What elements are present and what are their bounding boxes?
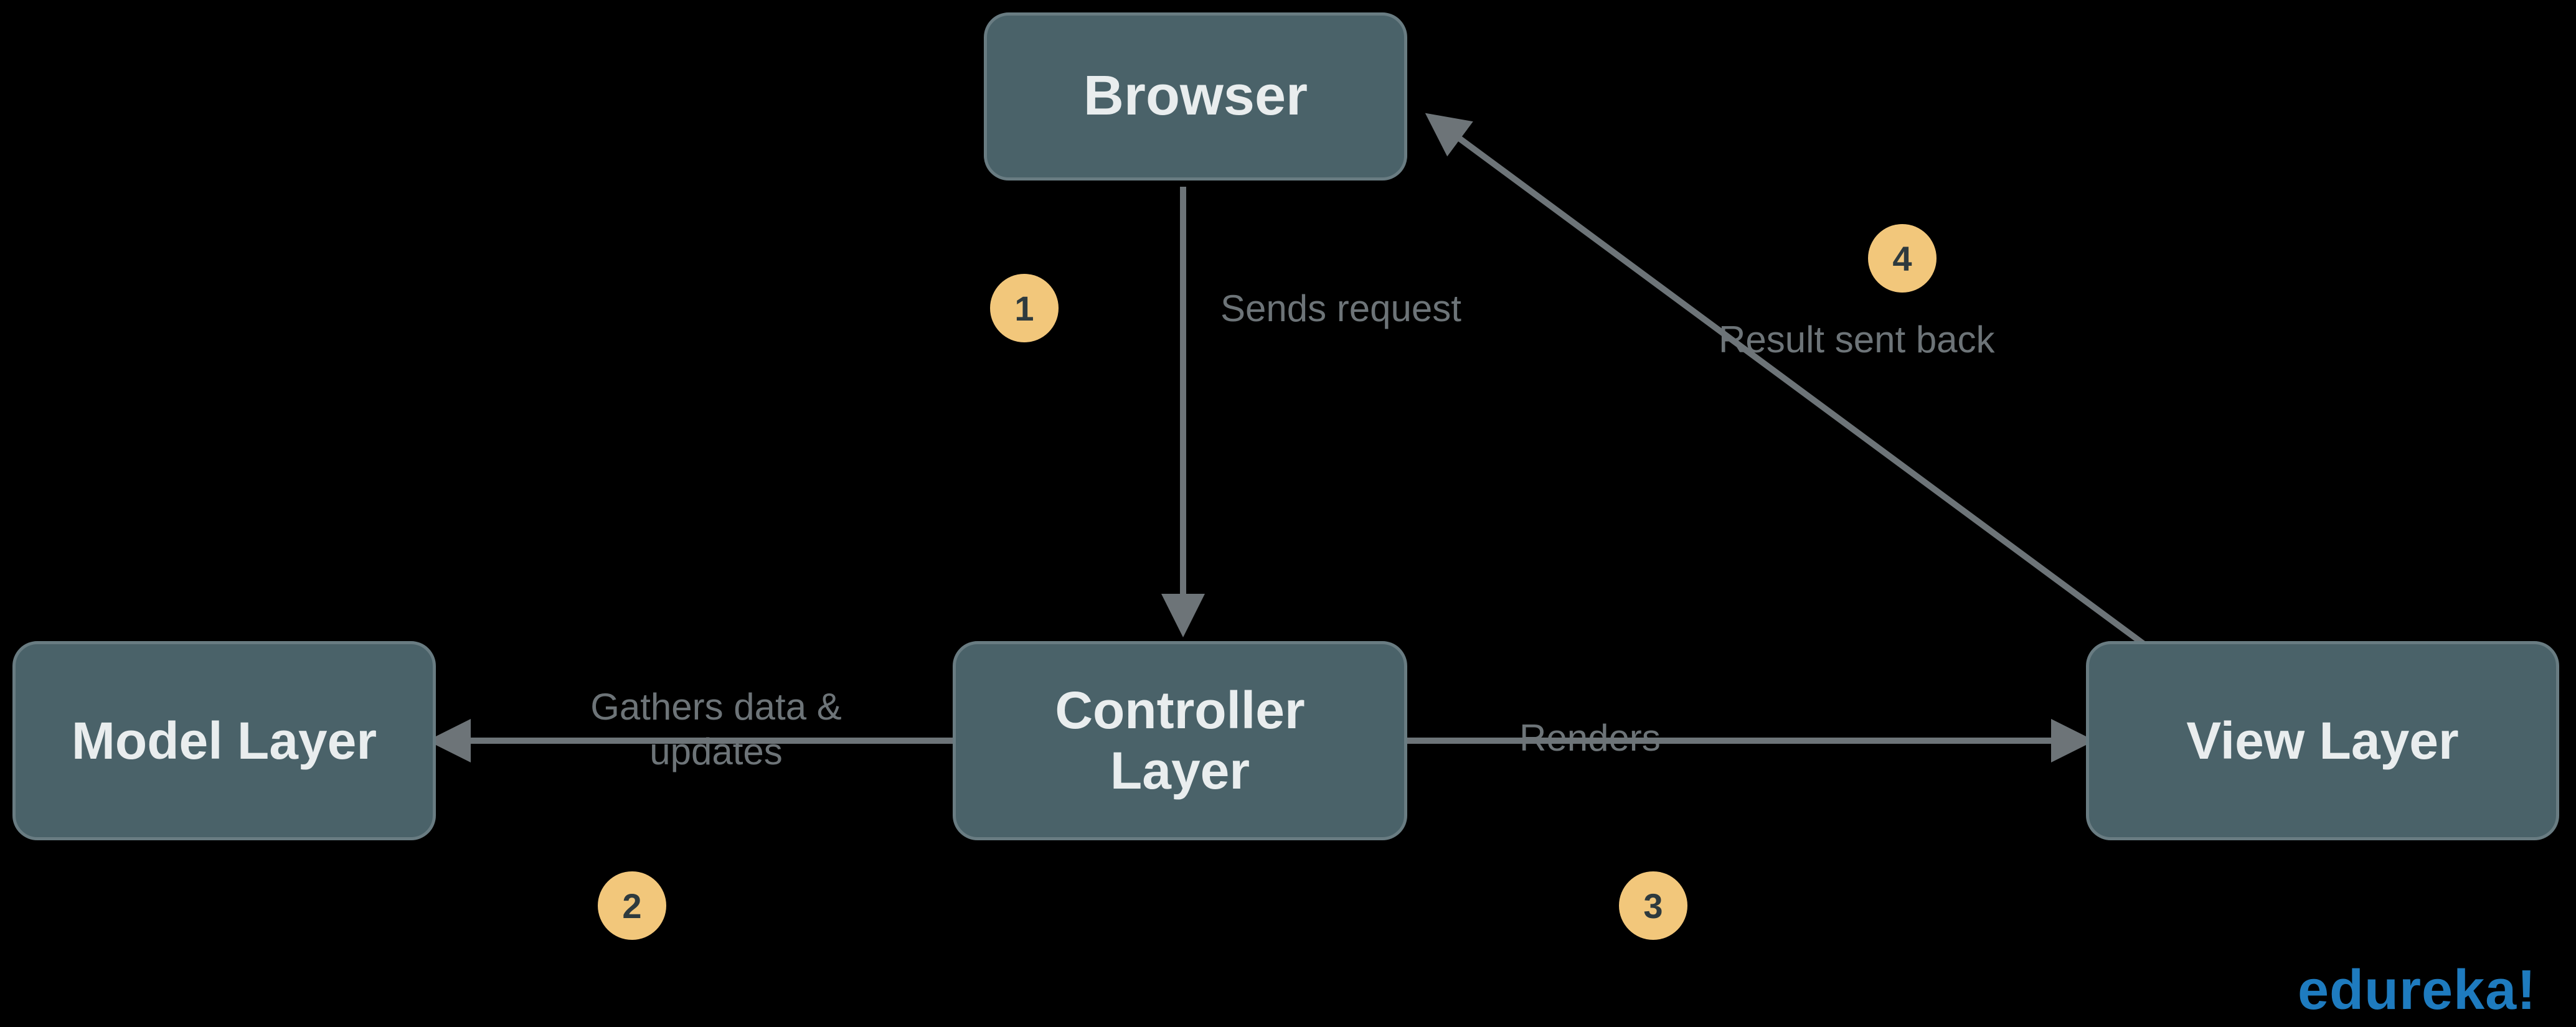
node-model-label: Model Layer [72, 711, 377, 771]
node-controller: Controller Layer [953, 641, 1407, 840]
brand-logo: edureka! [2298, 959, 2536, 1023]
arrow-view-to-browser [1432, 118, 2148, 647]
node-view-label: View Layer [2186, 711, 2458, 771]
step-badge-2: 2 [598, 871, 666, 940]
node-browser-label: Browser [1083, 64, 1308, 129]
edge-label-2: Gathers data & updates [542, 685, 890, 774]
node-browser: Browser [984, 12, 1407, 181]
edge-label-1: Sends request [1220, 286, 1461, 331]
node-view: View Layer [2086, 641, 2559, 840]
edge-label-3: Renders [1519, 716, 1661, 761]
step-badge-3: 3 [1619, 871, 1687, 940]
step-badge-1: 1 [990, 274, 1059, 342]
mvc-flow-diagram: Browser Controller Layer Model Layer Vie… [0, 0, 2576, 1027]
node-controller-label: Controller Layer [981, 680, 1379, 800]
node-model: Model Layer [12, 641, 436, 840]
edge-label-4: Result sent back [1719, 317, 1995, 362]
step-badge-4: 4 [1868, 224, 1937, 293]
